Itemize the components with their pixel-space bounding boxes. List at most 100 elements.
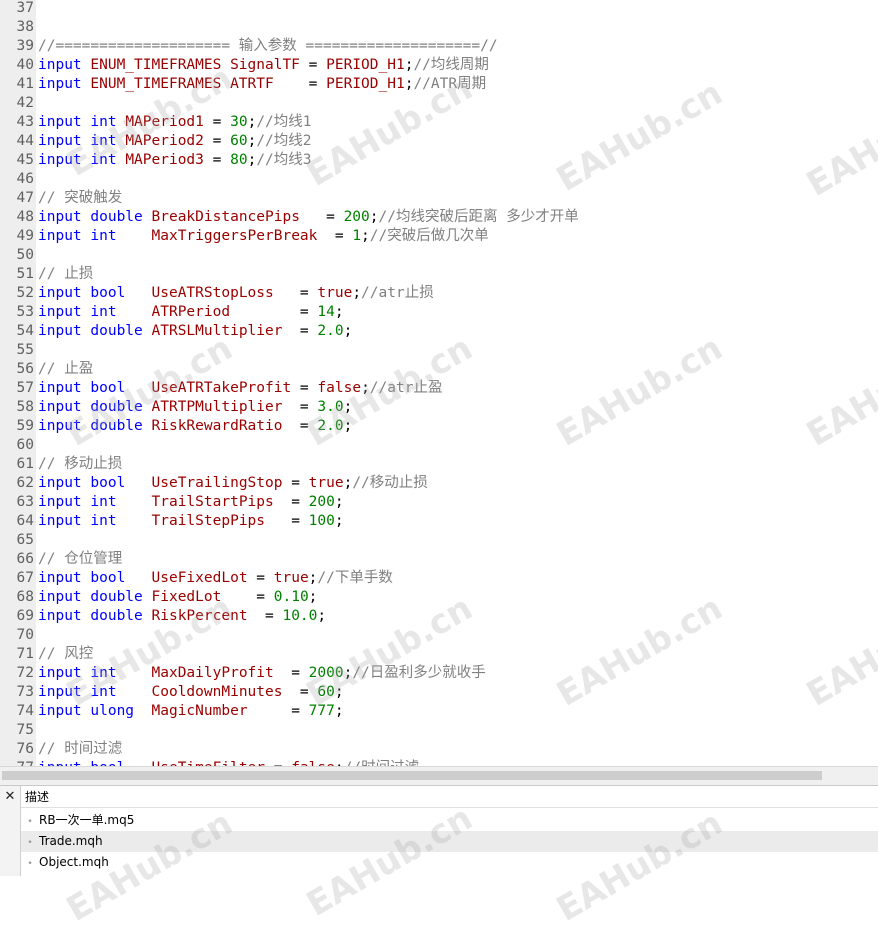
code-line[interactable]: 53 input int ATRPeriod = 14; [0, 303, 878, 322]
punctuation-token: ; [343, 399, 353, 415]
code-line[interactable]: 57 input bool UseATRTakeProfit = false;//… [0, 379, 878, 398]
comment-token: //突破后做几次单 [369, 228, 489, 244]
code-line[interactable]: 56// 止盈 [0, 360, 878, 379]
line-number: 48 [16, 209, 34, 225]
keyword-token: int [90, 494, 117, 510]
identifier-token: MaxDailyProfit [151, 665, 274, 681]
code-line[interactable]: 63 input int TrailStartPips = 200; [0, 493, 878, 512]
code-text: input bool UseTimeFilter = false;//时间过滤 [34, 759, 419, 766]
code-line[interactable]: 60 [0, 436, 878, 455]
code-text: // 仓位管理 [34, 550, 122, 569]
line-number: 70 [16, 627, 34, 643]
code-line[interactable]: 40 input ENUM_TIMEFRAMES SignalTF = PERIO… [0, 56, 878, 75]
code-line[interactable]: 75 [0, 721, 878, 740]
number-token: 3.0 [317, 399, 344, 415]
list-item-label: Object.mqh [39, 855, 109, 869]
identifier-token: TrailStepPips [151, 513, 266, 529]
horizontal-scrollbar[interactable] [0, 766, 878, 785]
code-line[interactable]: 37 [0, 0, 878, 18]
code-line[interactable]: 55 [0, 341, 878, 360]
list-item[interactable]: • Object.mqh [21, 852, 878, 873]
close-icon[interactable]: ✕ [3, 790, 17, 804]
punctuation-token: ; [317, 608, 327, 624]
bullet-icon: • [27, 838, 33, 848]
line-number: 63 [16, 494, 34, 510]
punctuation-token: ; [343, 665, 353, 681]
line-number: 62 [16, 475, 34, 491]
description-list: 描述 • RB一次一单.mq5 • Trade.mqh • Object.mqh [20, 786, 878, 876]
identifier-token: UseATRStopLoss [151, 285, 274, 301]
list-item[interactable]: • Trade.mqh [21, 831, 878, 852]
code-line[interactable]: 41 input ENUM_TIMEFRAMES ATRTF = PERIOD_H… [0, 75, 878, 94]
code-line[interactable]: 58 input double ATRTPMultiplier = 3.0; [0, 398, 878, 417]
comment-token: //均线3 [256, 152, 312, 168]
keyword-token: input [38, 323, 82, 339]
identifier-token: BreakDistancePips [151, 209, 300, 225]
code-line[interactable]: 45 input int MAPeriod3 = 80;//均线3 [0, 151, 878, 170]
comment-token: //下单手数 [317, 570, 393, 586]
code-line[interactable]: 74 input ulong MagicNumber = 777; [0, 702, 878, 721]
scrollbar-thumb[interactable] [2, 771, 822, 780]
code-line[interactable]: 43 input int MAPeriod1 = 30;//均线1 [0, 113, 878, 132]
code-editor[interactable]: 37 38 39//==================== 输入参数 ======… [0, 0, 878, 766]
code-line[interactable]: 69 input double RiskPercent = 10.0; [0, 607, 878, 626]
code-text: input bool UseATRTakeProfit = false;//at… [34, 379, 442, 398]
code-line[interactable]: 67 input bool UseFixedLot = true;//下单手数 [0, 569, 878, 588]
keyword-token: double [90, 589, 143, 605]
code-line[interactable]: 73 input int CooldownMinutes = 60; [0, 683, 878, 702]
code-text: input double RiskRewardRatio = 2.0; [34, 417, 352, 436]
code-line[interactable]: 52 input bool UseATRStopLoss = true;//atr… [0, 284, 878, 303]
code-line[interactable]: 64 input int TrailStepPips = 100; [0, 512, 878, 531]
code-line[interactable]: 76// 时间过滤 [0, 740, 878, 759]
code-text: //==================== 输入参数 ============… [34, 37, 498, 56]
code-line[interactable]: 38 [0, 18, 878, 37]
code-line[interactable]: 42 [0, 94, 878, 113]
code-text: input int MaxDailyProfit = 2000;//日盈利多少就… [34, 664, 486, 683]
punctuation-token: ; [334, 703, 344, 719]
operator-token: = [273, 665, 309, 681]
comment-token: //移动止损 [352, 475, 428, 491]
code-line[interactable]: 54 input double ATRSLMultiplier = 2.0; [0, 322, 878, 341]
punctuation-token: ; [352, 285, 362, 301]
code-text: input int TrailStartPips = 200; [34, 493, 344, 512]
code-line[interactable]: 77input bool UseTimeFilter = false;//时间过… [0, 759, 878, 766]
line-number: 74 [16, 703, 34, 719]
comment-token: // 风控 [38, 646, 94, 662]
code-line[interactable]: 61// 移动止损 [0, 455, 878, 474]
code-line[interactable]: 49 input int MaxTriggersPerBreak = 1;//突破… [0, 227, 878, 246]
code-line[interactable]: 66// 仓位管理 [0, 550, 878, 569]
code-line[interactable]: 59 input double RiskRewardRatio = 2.0; [0, 417, 878, 436]
code-line[interactable]: 39//==================== 输入参数 ==========… [0, 37, 878, 56]
code-line[interactable]: 51// 止损 [0, 265, 878, 284]
operator-token: = [291, 380, 318, 396]
bullet-icon: • [27, 859, 33, 869]
code-line[interactable]: 50 [0, 246, 878, 265]
keyword-token: input [38, 418, 82, 434]
column-header-description[interactable]: 描述 [21, 786, 878, 808]
code-line[interactable]: 48 input double BreakDistancePips = 200;/… [0, 208, 878, 227]
line-number: 71 [16, 646, 34, 662]
identifier-token: true [273, 570, 309, 586]
code-line[interactable]: 68 input double FixedLot = 0.10; [0, 588, 878, 607]
code-text: input double FixedLot = 0.10; [34, 588, 317, 607]
code-line[interactable]: 62 input bool UseTrailingStop = true;//移动… [0, 474, 878, 493]
code-line[interactable]: 46 [0, 170, 878, 189]
code-text: input int TrailStepPips = 100; [34, 512, 344, 531]
keyword-token: input [38, 608, 82, 624]
code-line[interactable]: 65 [0, 531, 878, 550]
keyword-token: input [38, 703, 82, 719]
operator-token: = [230, 304, 318, 320]
operator-token: = [203, 114, 231, 130]
code-line[interactable]: 71// 风控 [0, 645, 878, 664]
code-line[interactable]: 70 [0, 626, 878, 645]
code-line[interactable]: 72 input int MaxDailyProfit = 2000;//日盈利多… [0, 664, 878, 683]
list-item[interactable]: • RB一次一单.mq5 [21, 810, 878, 831]
code-line[interactable]: 44 input int MAPeriod2 = 60;//均线2 [0, 132, 878, 151]
operator-token: = [282, 399, 318, 415]
line-number: 64 [16, 513, 34, 529]
code-line[interactable]: 47// 突破触发 [0, 189, 878, 208]
